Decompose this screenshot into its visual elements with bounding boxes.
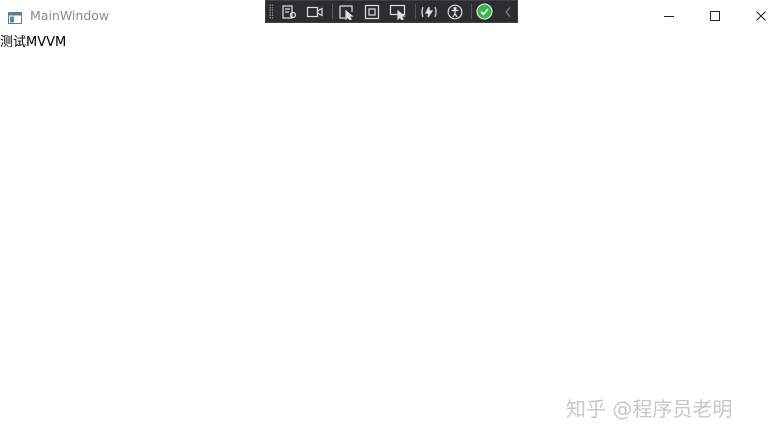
site-watermark: 知乎 @程序员老明: [566, 397, 733, 421]
content-textblock: 测试MVVM: [0, 35, 67, 50]
select-element-icon[interactable]: [336, 2, 356, 21]
title-bar[interactable]: MainWindow: [0, 0, 779, 32]
toolbar-grip-icon[interactable]: [269, 4, 273, 19]
maximize-button[interactable]: [692, 0, 738, 32]
record-icon[interactable]: [305, 2, 325, 21]
display-layout-adorners-icon[interactable]: [362, 2, 382, 21]
close-icon: [756, 11, 766, 21]
live-visual-tree-icon[interactable]: [279, 2, 299, 21]
minimize-button[interactable]: [646, 0, 692, 32]
toolbar-separator: [415, 4, 416, 19]
toolbar-separator: [471, 4, 472, 19]
maximize-icon: [710, 11, 720, 21]
hot-reload-status-icon[interactable]: [474, 2, 494, 21]
minimize-icon: [664, 16, 674, 17]
toolbar-separator: [332, 4, 333, 19]
collapse-toolbar-icon[interactable]: [498, 2, 518, 21]
close-button[interactable]: [738, 0, 779, 32]
main-window: MainWindow 测试MVVM 知乎 @程序员老明: [0, 0, 779, 440]
xaml-debug-toolbar[interactable]: [265, 0, 518, 23]
app-window-icon: [8, 9, 22, 24]
hot-reload-icon[interactable]: [419, 2, 439, 21]
track-focused-element-icon[interactable]: [388, 2, 408, 21]
accessibility-checker-icon[interactable]: [445, 2, 465, 21]
window-title: MainWindow: [30, 8, 110, 23]
